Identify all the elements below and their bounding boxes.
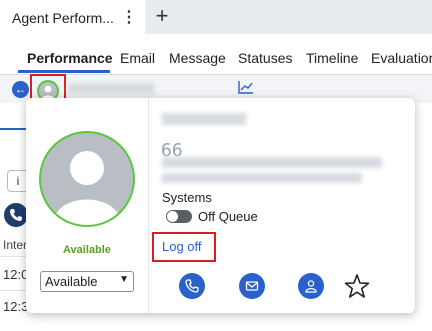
back-arrow-icon[interactable]: ← bbox=[12, 81, 29, 98]
row-time-1: 12:0 bbox=[3, 267, 29, 282]
profile-avatar bbox=[39, 131, 135, 227]
status-select-value: Available bbox=[45, 274, 98, 289]
row-time-2: 12:3 bbox=[3, 299, 29, 314]
toggle-knob bbox=[167, 211, 178, 222]
blurred-agent-name bbox=[68, 83, 154, 94]
blurred-contact-info-2 bbox=[162, 173, 362, 183]
tab-timeline[interactable]: Timeline bbox=[306, 50, 358, 66]
document-tab-title: Agent Perform... bbox=[12, 10, 114, 26]
kebab-menu-icon[interactable]: ⋮ bbox=[121, 7, 137, 27]
envelope-glyph bbox=[245, 281, 259, 291]
phone-icon[interactable] bbox=[179, 273, 205, 299]
presence-status-label: Available bbox=[63, 244, 111, 256]
star-icon[interactable] bbox=[344, 273, 370, 299]
status-select[interactable]: Available ▼ bbox=[40, 271, 134, 292]
sub-tab-bar: Performance Email Message Statuses Timel… bbox=[0, 34, 432, 75]
blurred-agent-title bbox=[162, 113, 246, 125]
card-divider bbox=[148, 98, 149, 313]
person-glyph bbox=[305, 280, 317, 293]
trend-chart-icon[interactable] bbox=[238, 80, 254, 94]
phone-icon[interactable] bbox=[4, 203, 28, 227]
tab-evaluations[interactable]: Evaluations bbox=[371, 50, 432, 66]
user-icon[interactable] bbox=[298, 273, 324, 299]
user-silhouette-icon bbox=[53, 151, 121, 225]
phone-glyph bbox=[185, 279, 199, 293]
column-header-interactions: Inter bbox=[3, 238, 28, 252]
tab-statuses[interactable]: Statuses bbox=[238, 50, 292, 66]
queue-toggle[interactable] bbox=[166, 210, 192, 223]
plus-icon[interactable]: + bbox=[148, 2, 176, 32]
blurred-contact-info bbox=[162, 157, 382, 168]
tab-strip: Agent Perform... ⋮ + bbox=[0, 0, 432, 34]
email-icon[interactable] bbox=[239, 273, 265, 299]
chevron-down-icon: ▼ bbox=[119, 274, 129, 285]
log-off-link[interactable]: Log off bbox=[162, 239, 202, 254]
phone-glyph bbox=[10, 209, 22, 221]
active-tab-indicator bbox=[18, 70, 110, 73]
tab-message[interactable]: Message bbox=[169, 50, 226, 66]
tab-performance[interactable]: Performance bbox=[27, 50, 113, 66]
queue-status-label: Off Queue bbox=[198, 209, 258, 224]
systems-label: Systems bbox=[162, 190, 212, 205]
document-tab[interactable]: Agent Perform... ⋮ bbox=[0, 0, 145, 34]
tab-email[interactable]: Email bbox=[120, 50, 155, 66]
